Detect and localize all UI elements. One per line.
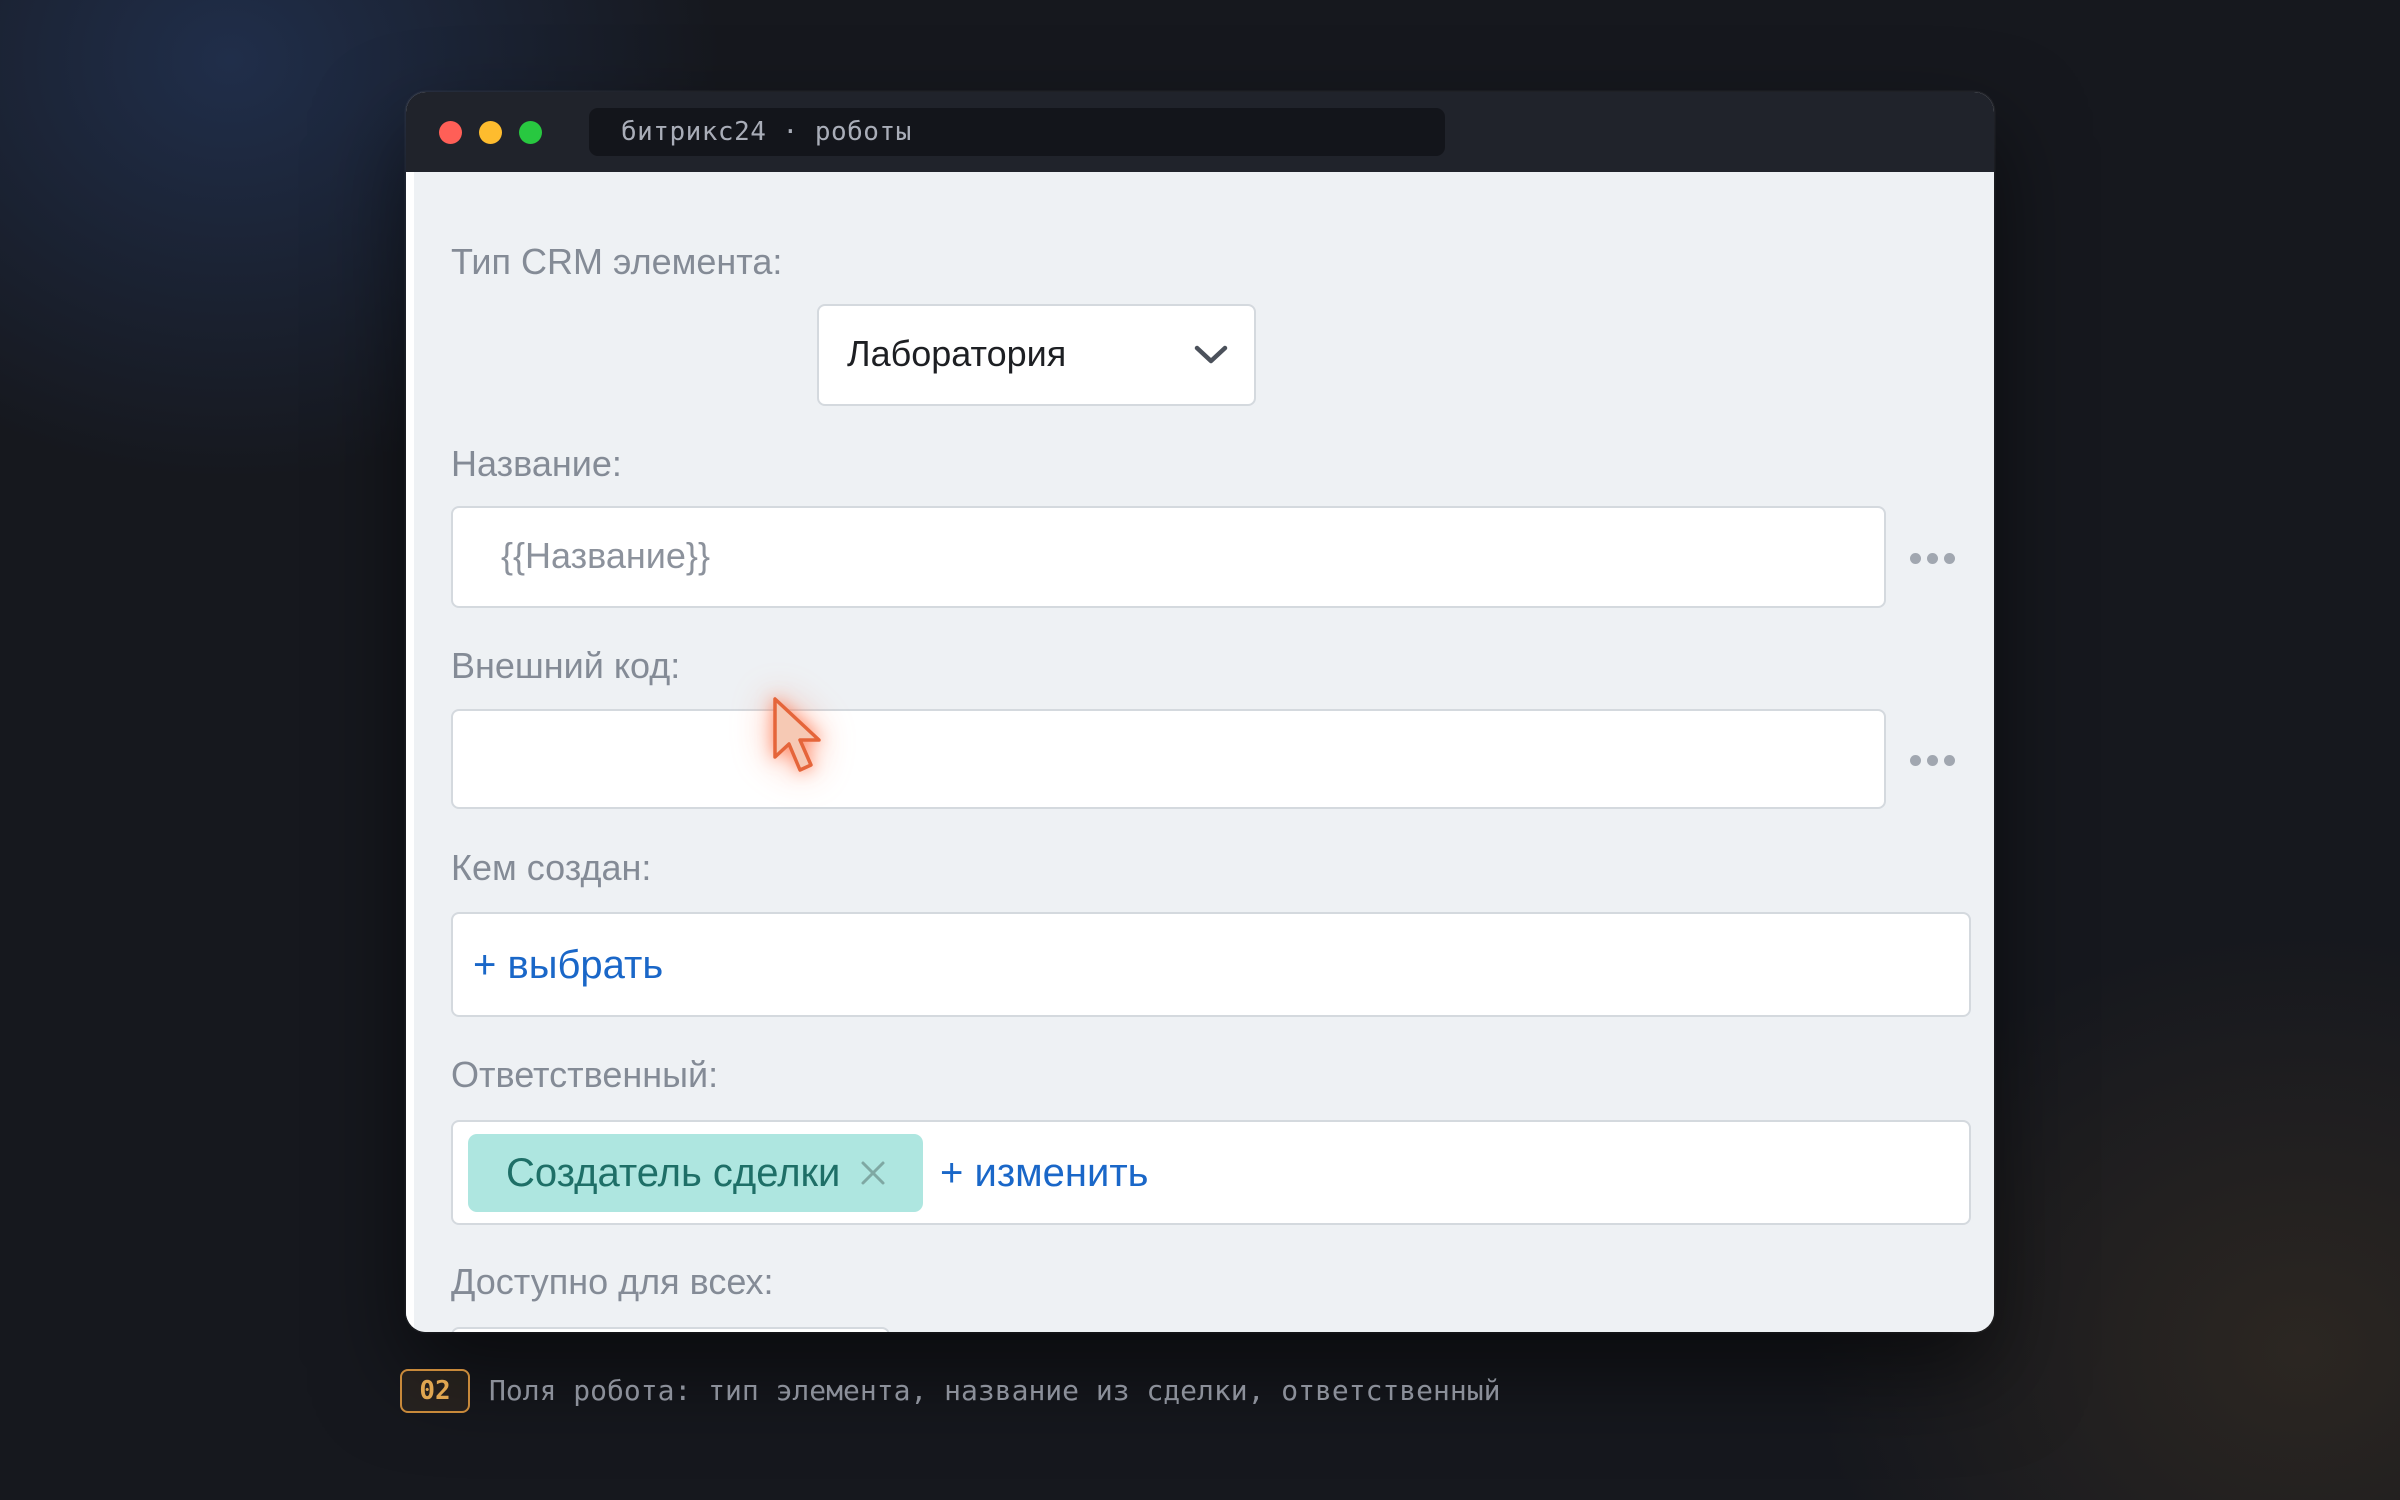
responsible-field: Создатель сделки + изменить	[451, 1120, 1971, 1225]
responsible-chip: Создатель сделки	[468, 1134, 923, 1212]
name-value: {{Название}}	[501, 535, 710, 576]
crm-type-value: Лаборатория	[847, 333, 1067, 374]
created-by-field: + выбрать	[451, 912, 1971, 1017]
responsible-label: Ответственный:	[451, 1054, 719, 1095]
close-icon[interactable]	[860, 1160, 886, 1186]
title-bar: битрикс24 · роботы	[406, 92, 1994, 172]
robot-settings-form: Тип CRM элемента: Лаборатория Название: …	[406, 172, 1994, 1332]
close-window-button[interactable]	[439, 121, 462, 144]
external-code-label: Внешний код:	[451, 645, 681, 686]
crm-type-select[interactable]: Лаборатория	[817, 304, 1256, 406]
cursor-arrow-icon	[773, 697, 821, 772]
more-dots-icon[interactable]	[1910, 550, 1958, 566]
crm-type-label: Тип CRM элемента:	[451, 241, 783, 282]
maximize-window-button[interactable]	[519, 121, 542, 144]
address-text: битрикс24 · роботы	[621, 117, 912, 147]
minimize-window-button[interactable]	[479, 121, 502, 144]
select-creator-link[interactable]: + выбрать	[473, 941, 663, 989]
external-code-input[interactable]	[451, 709, 1886, 809]
app-window: битрикс24 · роботы Тип CRM элемента: Лаб…	[406, 92, 1994, 1332]
responsible-chip-label: Создатель сделки	[506, 1151, 841, 1195]
chevron-down-icon	[1194, 345, 1228, 364]
name-label: Название:	[451, 443, 622, 484]
name-input[interactable]: {{Название}}	[451, 506, 1886, 608]
available-for-all-label: Доступно для всех:	[451, 1261, 774, 1302]
available-for-all-select[interactable]: Да	[451, 1327, 890, 1332]
more-dots-icon[interactable]	[1910, 752, 1958, 768]
change-responsible-link[interactable]: + изменить	[940, 1149, 1149, 1197]
address-bar[interactable]: битрикс24 · роботы	[589, 108, 1445, 156]
step-badge: 02	[400, 1369, 470, 1413]
created-by-label: Кем создан:	[451, 847, 652, 888]
caption-text: Поля робота: тип элемента, название из с…	[489, 1374, 1501, 1407]
